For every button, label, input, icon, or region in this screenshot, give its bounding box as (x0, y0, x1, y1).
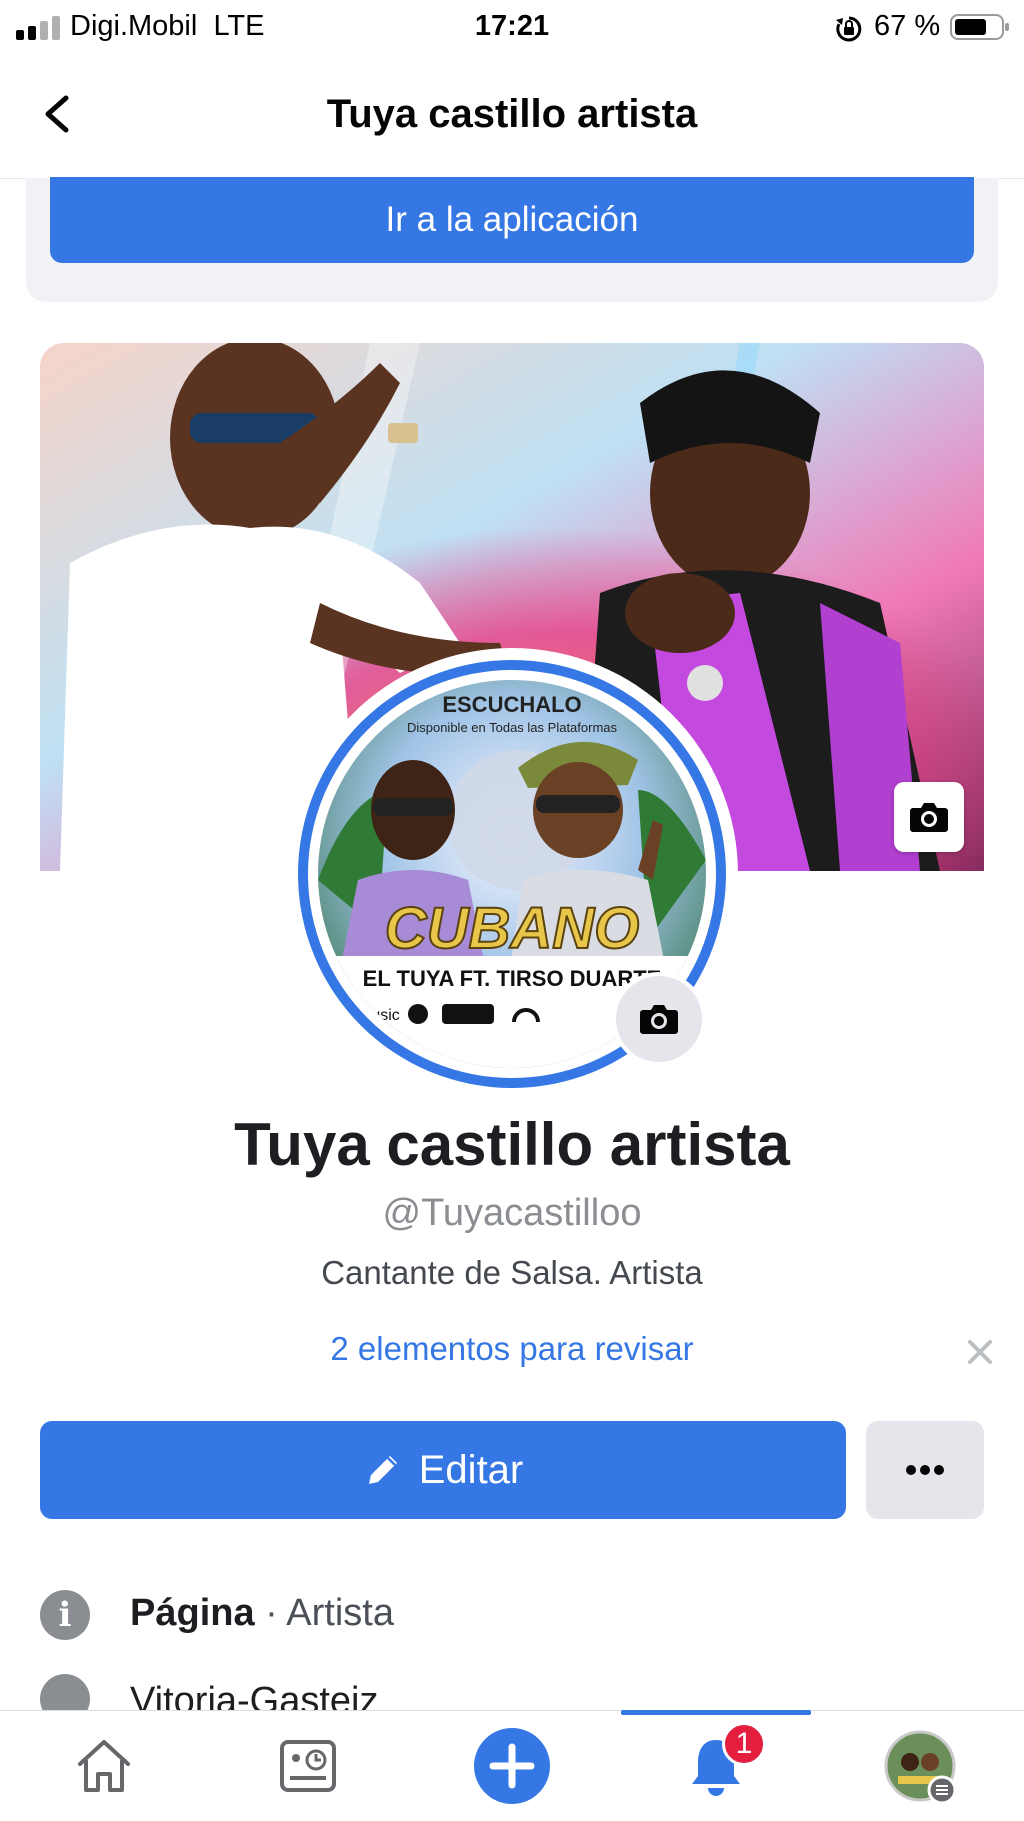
notification-badge: 1 (722, 1722, 766, 1766)
profile-menu-icon (884, 1730, 957, 1805)
create-icon (474, 1728, 550, 1804)
nav-home[interactable] (60, 1726, 148, 1806)
top-header: Tuya castillo artista (0, 56, 1024, 179)
ellipsis-icon (906, 1465, 944, 1475)
home-icon (78, 1740, 130, 1792)
info-icon: i (40, 1590, 90, 1640)
open-app-button[interactable]: Ir a la aplicación (50, 177, 974, 263)
page-label: Página (130, 1592, 255, 1634)
clock: 17:21 (474, 10, 550, 42)
more-options-button[interactable] (866, 1421, 984, 1519)
active-tab-indicator (621, 1710, 811, 1715)
edit-button[interactable]: Editar (40, 1421, 846, 1519)
spotify-icon (408, 1004, 428, 1024)
page-handle: @Tuyacastilloo (382, 1192, 642, 1234)
status-bar: Digi.Mobil LTE 17:21 67 % (0, 0, 1024, 56)
pencil-icon (368, 1456, 397, 1484)
info-separator: · (254, 1592, 287, 1634)
nav-pages-feed[interactable] (264, 1726, 352, 1806)
orientation-lock-icon (836, 16, 862, 42)
profile-top-text: ESCUCHALO (442, 692, 581, 717)
nav-create[interactable] (468, 1726, 556, 1806)
youtube-icon (442, 1004, 494, 1024)
cover-camera-button[interactable] (894, 782, 964, 852)
camera-icon (640, 1005, 678, 1034)
profile-title-text: CUBANO (385, 896, 640, 961)
page-type-row: Página · Artista (130, 1592, 394, 1635)
page-name: Tuya castillo artista (234, 1111, 790, 1178)
page-type-category: Artista (286, 1592, 394, 1634)
review-items-link[interactable]: 2 elementos para revisar (0, 1330, 1024, 1368)
edit-button-label: Editar (418, 1447, 524, 1492)
battery-percentage: 67 % (874, 10, 941, 42)
profile-camera-button[interactable] (612, 972, 706, 1066)
pages-feed-icon (280, 1740, 336, 1792)
close-icon[interactable] (962, 1334, 998, 1370)
profile-subtitle-text: Disponible en Todas las Plataformas (407, 720, 618, 735)
header-title: Tuya castillo artista (326, 92, 698, 136)
battery-icon (950, 14, 1009, 40)
camera-icon (910, 803, 948, 832)
profile-credits-text: EL TUYA FT. TIRSO DUARTE (363, 966, 662, 991)
page-description: Cantante de Salsa. Artista (321, 1254, 703, 1291)
nav-profile-menu[interactable] (876, 1726, 964, 1806)
